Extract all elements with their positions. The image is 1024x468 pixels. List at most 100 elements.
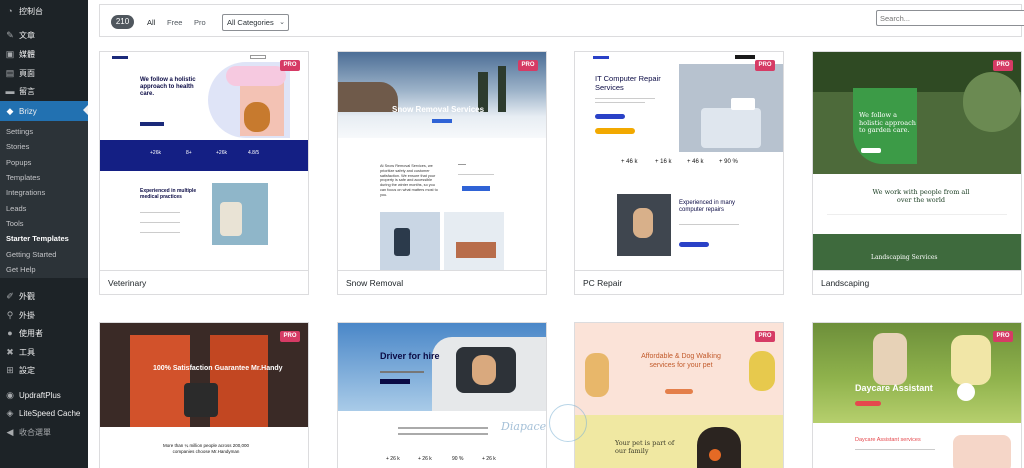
comment-icon: ▬ [5, 86, 15, 96]
template-preview: Daycare Assistant Daycare Assistant serv… [813, 323, 1021, 468]
tab-free[interactable]: Free [167, 18, 182, 27]
pro-badge: PRO [755, 331, 775, 342]
template-preview: We follow a holistic approach to garden … [813, 52, 1021, 270]
template-preview: 100% Satisfaction Guarantee Mr.Handy Mor… [100, 323, 308, 468]
vet-headline: We follow a holistic approach to health … [140, 77, 196, 97]
template-count: 210 [111, 15, 134, 29]
menu-appearance[interactable]: ✐ 外觀 [0, 287, 88, 305]
template-card-handyman[interactable]: 100% Satisfaction Guarantee Mr.Handy Mor… [99, 322, 309, 468]
pc-headline: IT Computer Repair Services [595, 74, 661, 92]
brizy-icon: ◆ [6, 106, 14, 116]
vet-stat-4: 4.8/5 [248, 150, 260, 156]
menu-plugins[interactable]: ⚲ 外掛 [0, 306, 88, 324]
template-name: Veterinary [108, 278, 147, 288]
submenu-popups[interactable]: Popups [6, 158, 31, 167]
driver-stat-3: 90 % [452, 456, 464, 462]
category-select[interactable]: All Categories ⌄ [222, 14, 289, 31]
pro-badge: PRO [280, 60, 300, 71]
page-icon: ▤ [5, 68, 15, 78]
handy-headline: 100% Satisfaction Guarantee Mr.Handy [153, 365, 283, 372]
menu-brizy[interactable]: ◆ Brizy [0, 101, 88, 121]
menu-collapse[interactable]: ◀ 收合選單 [0, 423, 88, 441]
submenu-settings[interactable]: Settings [6, 127, 33, 136]
vet-section: Experienced in multiple medical practice… [140, 188, 197, 200]
menu-pages[interactable]: ▤ 頁面 [0, 64, 88, 82]
brizy-submenu: Settings Stories Popups Templates Integr… [0, 121, 88, 278]
vet-stat-3: +26k [216, 150, 227, 156]
template-preview: We follow a holistic approach to health … [100, 52, 308, 270]
card-divider [100, 270, 308, 271]
litespeed-icon: ◈ [6, 408, 14, 418]
brush-icon: ✐ [6, 291, 14, 301]
watermark-logo: Diapace [501, 398, 589, 458]
land-section: We work with people from all over the wo… [872, 188, 970, 204]
menu-settings[interactable]: ⊞ 設定 [0, 361, 88, 379]
menu-litespeed-cache[interactable]: ◈ LiteSpeed Cache [0, 404, 88, 422]
pin-icon: ✎ [6, 30, 14, 40]
menu-media[interactable]: ▣ 媒體 [0, 45, 88, 63]
pro-badge: PRO [993, 331, 1013, 342]
template-name: Landscaping [821, 278, 870, 288]
menu-posts[interactable]: ✎ 文章 [0, 26, 88, 44]
chevron-down-icon: ⌄ [279, 19, 285, 26]
template-card-daycare[interactable]: Daycare Assistant Daycare Assistant serv… [812, 322, 1022, 468]
menu-dashboard[interactable]: ◔ 控制台 [0, 2, 88, 20]
template-card-veterinary[interactable]: We follow a holistic approach to health … [99, 51, 309, 295]
search-input[interactable] [876, 10, 1024, 26]
card-divider [813, 270, 1021, 271]
updraft-icon: ◉ [6, 390, 14, 400]
pc-stat-2: + 16 k [655, 159, 672, 165]
submenu-get-help[interactable]: Get Help [6, 265, 36, 274]
template-name: Snow Removal [346, 278, 404, 288]
submenu-integrations[interactable]: Integrations [6, 188, 45, 197]
template-card-landscaping[interactable]: We follow a holistic approach to garden … [812, 51, 1022, 295]
user-icon: ● [7, 328, 13, 338]
vet-stat-1: +26k [150, 150, 161, 156]
driver-stat-4: + 26 k [482, 456, 496, 462]
plugin-icon: ⚲ [6, 310, 14, 320]
pc-stat-4: + 90 % [719, 159, 738, 165]
category-value: All Categories [227, 18, 274, 27]
filter-bar: 210 All Free Pro All Categories ⌄ [99, 4, 1024, 37]
submenu-templates[interactable]: Templates [6, 173, 40, 182]
template-card-snow-removal[interactable]: Snow Removal Services At Snow Removal Se… [337, 51, 547, 295]
menu-comments[interactable]: ▬ 留言 [0, 82, 88, 100]
template-preview: IT Computer Repair Services + 46 k + 16 … [575, 52, 783, 270]
handy-body: More than ¼ million people across 200,00… [162, 443, 250, 454]
menu-updraftplus[interactable]: ◉ UpdraftPlus [0, 386, 88, 404]
submenu-tools[interactable]: Tools [6, 219, 24, 228]
tab-all[interactable]: All [147, 18, 155, 27]
submenu-stories[interactable]: Stories [6, 142, 29, 151]
card-divider [575, 270, 783, 271]
template-card-pc-repair[interactable]: IT Computer Repair Services + 46 k + 16 … [574, 51, 784, 295]
settings-icon: ⊞ [6, 365, 14, 375]
media-icon: ▣ [5, 49, 15, 59]
pro-badge: PRO [518, 60, 538, 71]
driver-headline: Driver for hire [380, 351, 440, 361]
dog-headline: Affordable & Dog Walking services for yo… [641, 353, 721, 369]
card-divider [338, 270, 546, 271]
submenu-getting-started[interactable]: Getting Started [6, 250, 56, 259]
pro-badge: PRO [993, 60, 1013, 71]
admin-sidebar: ◔ 控制台 ✎ 文章 ▣ 媒體 ▤ 頁面 ▬ 留言 ◆ Brizy Settings Sto… [0, 0, 88, 468]
driver-stat-1: + 26 k [386, 456, 400, 462]
menu-tools[interactable]: ✖ 工具 [0, 343, 88, 361]
land-headline: We follow a holistic approach to garden … [859, 111, 916, 134]
pc-section: Experienced in many computer repairs [679, 200, 736, 213]
template-card-dog-walking[interactable]: Affordable & Dog Walking services for yo… [574, 322, 784, 468]
template-preview: Snow Removal Services At Snow Removal Se… [338, 52, 546, 270]
pc-stat-1: + 46 k [621, 159, 638, 165]
submenu-leads[interactable]: Leads [6, 204, 26, 213]
menu-users[interactable]: ● 使用者 [0, 324, 88, 342]
dog-section: Your pet is part of our family [615, 439, 675, 455]
pro-badge: PRO [755, 60, 775, 71]
pro-badge: PRO [280, 331, 300, 342]
tab-pro[interactable]: Pro [194, 18, 206, 27]
pc-stat-3: + 46 k [687, 159, 704, 165]
submenu-starter-templates[interactable]: Starter Templates [6, 234, 69, 243]
wrench-icon: ✖ [6, 347, 14, 357]
driver-stat-2: + 26 k [418, 456, 432, 462]
snow-body: At Snow Removal Services, we prioritize … [380, 164, 438, 197]
daycare-headline: Daycare Assistant [855, 383, 933, 393]
daycare-section: Daycare Assistant services [855, 437, 921, 443]
